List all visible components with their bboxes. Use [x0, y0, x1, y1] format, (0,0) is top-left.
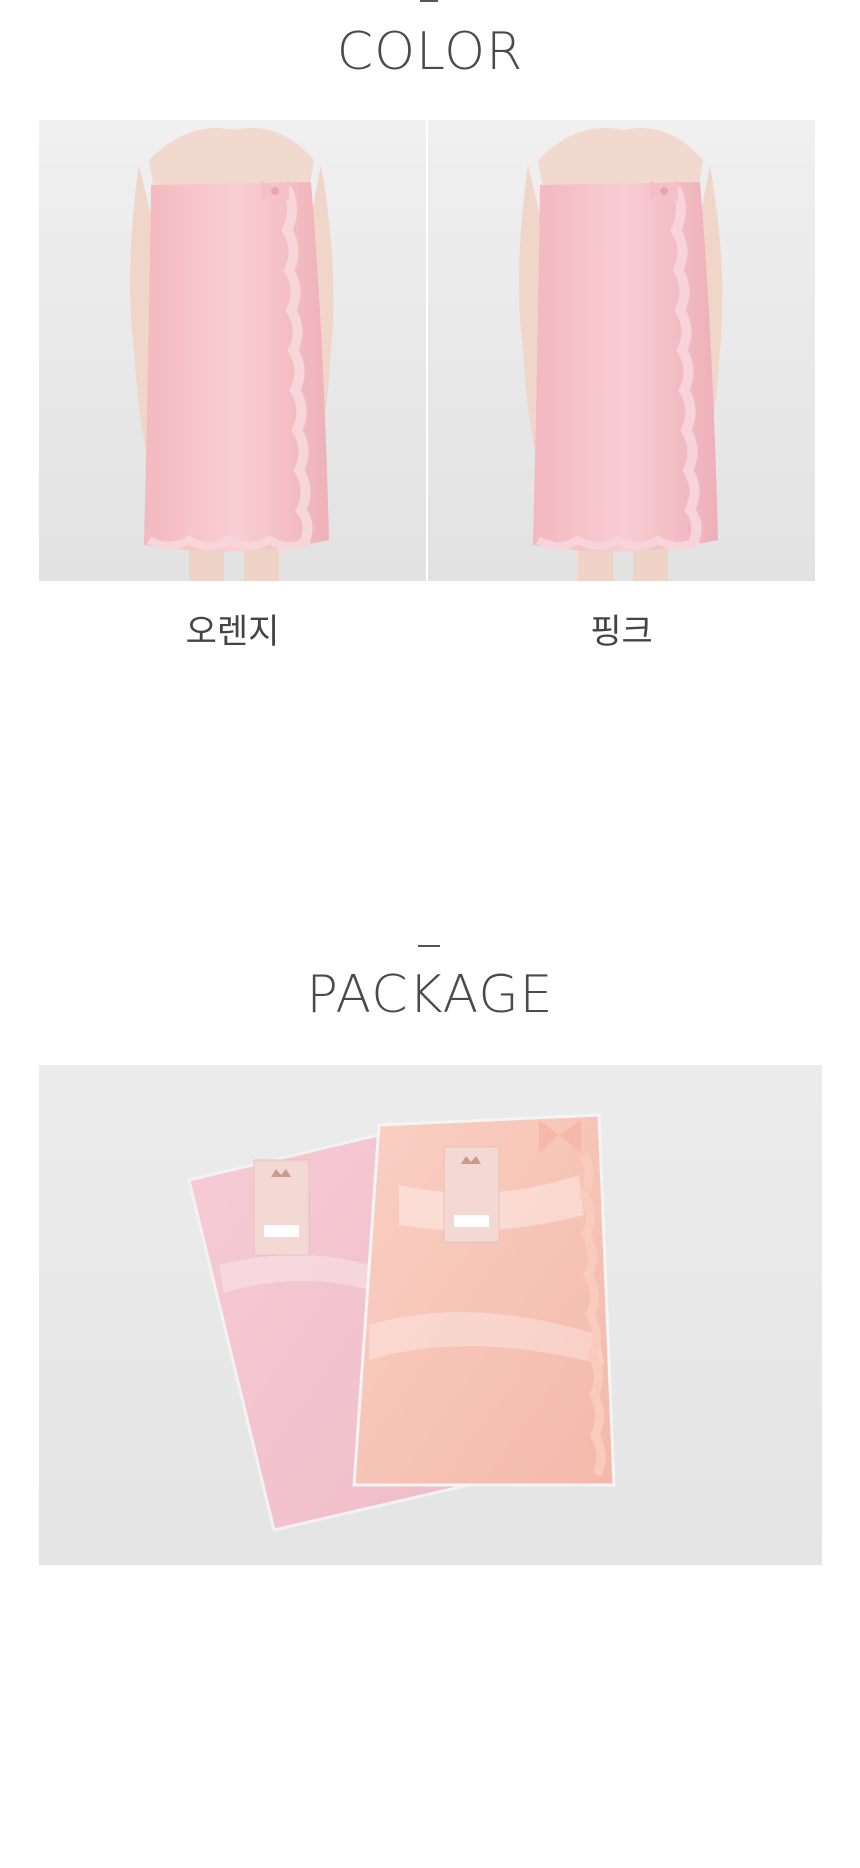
section-divider-dash: [420, 0, 438, 2]
color-option-label-orange: 오렌지: [185, 612, 280, 652]
product-photo-orange[interactable]: [39, 120, 426, 581]
mannequin-dress-image: [39, 120, 426, 581]
packaged-products-image: [39, 1065, 822, 1565]
product-photo-pink[interactable]: [428, 120, 815, 581]
section-divider-dash: [418, 945, 440, 947]
package-section-title: PACKAGE: [306, 965, 554, 1025]
package-photo[interactable]: [39, 1065, 822, 1565]
mannequin-dress-image: [428, 120, 815, 581]
color-section-title: COLOR: [336, 22, 524, 82]
color-option-label-pink: 핑크: [590, 612, 653, 652]
